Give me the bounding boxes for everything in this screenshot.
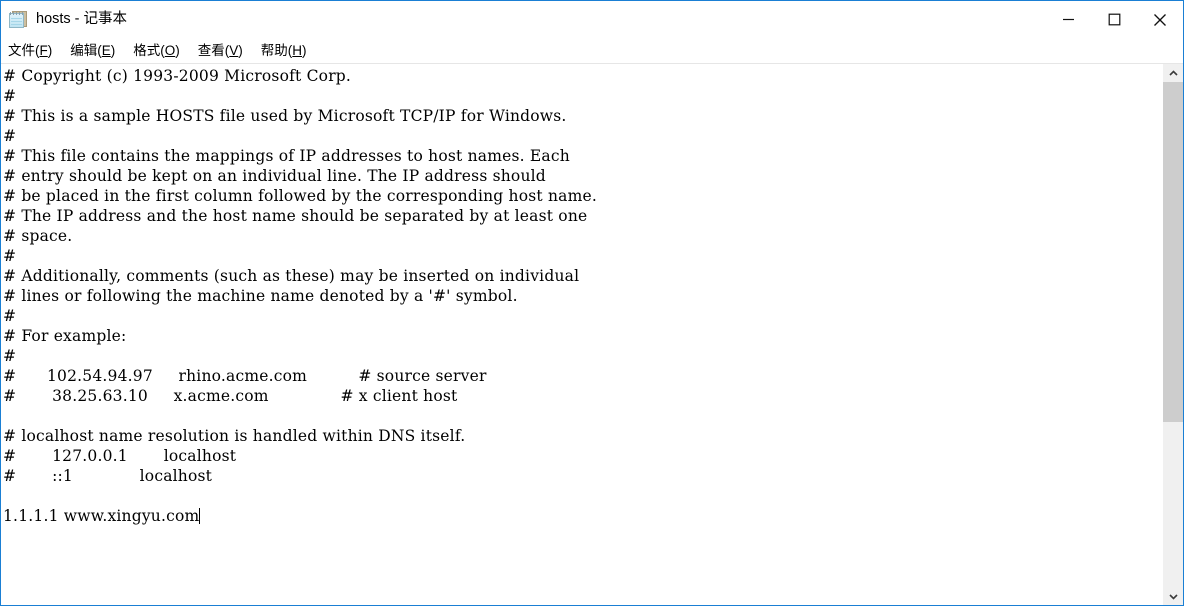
editor-line-text: # <box>3 87 17 105</box>
menu-item-5[interactable]: 帮助(H) <box>261 44 307 58</box>
editor-line-text: # 102.54.94.97 rhino.acme.com # source s… <box>3 367 487 385</box>
editor-line: # The IP address and the host name shoul… <box>3 206 1163 226</box>
notepad-icon <box>8 10 28 29</box>
notepad-window: hosts - 记事本 文件(F) 编辑(E) 格式(O) 查看(V) 帮助(H… <box>0 0 1184 606</box>
title-bar-left: hosts - 记事本 <box>1 1 127 38</box>
editor-line-text: 1.1.1.1 www.xingyu.com <box>3 507 200 525</box>
maximize-icon <box>1108 13 1121 26</box>
editor-line: # space. <box>3 226 1163 246</box>
menu-item-accelerator: (O) <box>160 42 180 58</box>
chevron-up-icon <box>1168 69 1178 77</box>
editor-line: # Additionally, comments (such as these)… <box>3 266 1163 286</box>
editor-line: # be placed in the first column followed… <box>3 186 1163 206</box>
menu-item-accelerator: (V) <box>224 42 243 58</box>
menu-item-label: 查看 <box>197 42 225 58</box>
menu-item-2[interactable]: 编辑(E) <box>70 44 115 58</box>
editor-line-text: # 38.25.63.10 x.acme.com # x client host <box>3 387 458 405</box>
editor-line-text: # entry should be kept on an individual … <box>3 167 546 185</box>
editor-line-text: # For example: <box>3 327 127 345</box>
menu-item-accelerator: (H) <box>287 42 307 58</box>
close-icon <box>1153 13 1167 27</box>
menu-item-1[interactable]: 文件(F) <box>8 44 52 58</box>
editor-line: # 102.54.94.97 rhino.acme.com # source s… <box>3 366 1163 386</box>
menu-item-label: 文件 <box>8 42 35 58</box>
menu-item-4[interactable]: 查看(V) <box>198 44 243 58</box>
menu-item-accelerator: (E) <box>97 42 116 58</box>
editor-line: # 38.25.63.10 x.acme.com # x client host <box>3 386 1163 406</box>
editor-line-text: # be placed in the first column followed… <box>3 187 597 205</box>
menu-bar: 文件(F) 编辑(E) 格式(O) 查看(V) 帮助(H) <box>1 38 1183 63</box>
text-editor[interactable]: # Copyright (c) 1993-2009 Microsoft Corp… <box>1 64 1163 605</box>
menu-item-label: 格式 <box>133 42 161 58</box>
scrollbar-thumb[interactable] <box>1163 82 1183 422</box>
editor-line: # This is a sample HOSTS file used by Mi… <box>3 106 1163 126</box>
minimize-icon <box>1062 13 1075 26</box>
editor-line-text: # <box>3 127 17 145</box>
chevron-down-icon <box>1168 593 1178 600</box>
editor-line: # 127.0.0.1 localhost <box>3 446 1163 466</box>
editor-line-text: # space. <box>3 227 73 245</box>
editor-line: # For example: <box>3 326 1163 346</box>
editor-line-text: # This file contains the mappings of IP … <box>3 147 570 165</box>
close-button[interactable] <box>1137 1 1183 38</box>
editor-line-text: # <box>3 247 17 265</box>
editor-line-text: # Additionally, comments (such as these)… <box>3 267 580 285</box>
vertical-scrollbar[interactable] <box>1163 64 1183 605</box>
text-caret <box>199 508 201 524</box>
menu-item-label: 帮助 <box>260 42 288 58</box>
editor-line: 1.1.1.1 www.xingyu.com <box>3 506 1163 526</box>
maximize-button[interactable] <box>1091 1 1137 38</box>
scroll-down-button[interactable] <box>1163 587 1183 605</box>
editor-line: # <box>3 126 1163 146</box>
minimize-button[interactable] <box>1045 1 1091 38</box>
editor-line: # localhost name resolution is handled w… <box>3 426 1163 446</box>
editor-line: # This file contains the mappings of IP … <box>3 146 1163 166</box>
title-bar: hosts - 记事本 <box>1 1 1183 38</box>
editor-line-text: # <box>3 347 17 365</box>
editor-line-text: # ::1 localhost <box>3 467 213 485</box>
editor-line-text: # 127.0.0.1 localhost <box>3 447 237 465</box>
menu-item-label: 编辑 <box>70 42 98 58</box>
editor-line: # Copyright (c) 1993-2009 Microsoft Corp… <box>3 66 1163 86</box>
editor-line: # <box>3 306 1163 326</box>
editor-line: # <box>3 246 1163 266</box>
editor-line-text: # localhost name resolution is handled w… <box>3 427 466 445</box>
editor-area: # Copyright (c) 1993-2009 Microsoft Corp… <box>1 63 1183 605</box>
menu-item-3[interactable]: 格式(O) <box>133 44 180 58</box>
text-content: # Copyright (c) 1993-2009 Microsoft Corp… <box>3 66 1163 526</box>
editor-line: # lines or following the machine name de… <box>3 286 1163 306</box>
editor-line-text: # <box>3 307 17 325</box>
window-controls <box>1045 1 1183 38</box>
editor-line-text: # This is a sample HOSTS file used by Mi… <box>3 107 567 125</box>
editor-line-text: # The IP address and the host name shoul… <box>3 207 588 225</box>
editor-line-text: # lines or following the machine name de… <box>3 287 518 305</box>
editor-line: # <box>3 346 1163 366</box>
editor-line: # entry should be kept on an individual … <box>3 166 1163 186</box>
scroll-up-button[interactable] <box>1163 64 1183 82</box>
menu-item-accelerator: (F) <box>35 42 53 58</box>
scrollbar-track[interactable] <box>1163 82 1183 587</box>
editor-line-text: # Copyright (c) 1993-2009 Microsoft Corp… <box>3 67 352 85</box>
window-title: hosts - 记事本 <box>36 11 128 28</box>
editor-line: # ::1 localhost <box>3 466 1163 486</box>
editor-line: # <box>3 86 1163 106</box>
